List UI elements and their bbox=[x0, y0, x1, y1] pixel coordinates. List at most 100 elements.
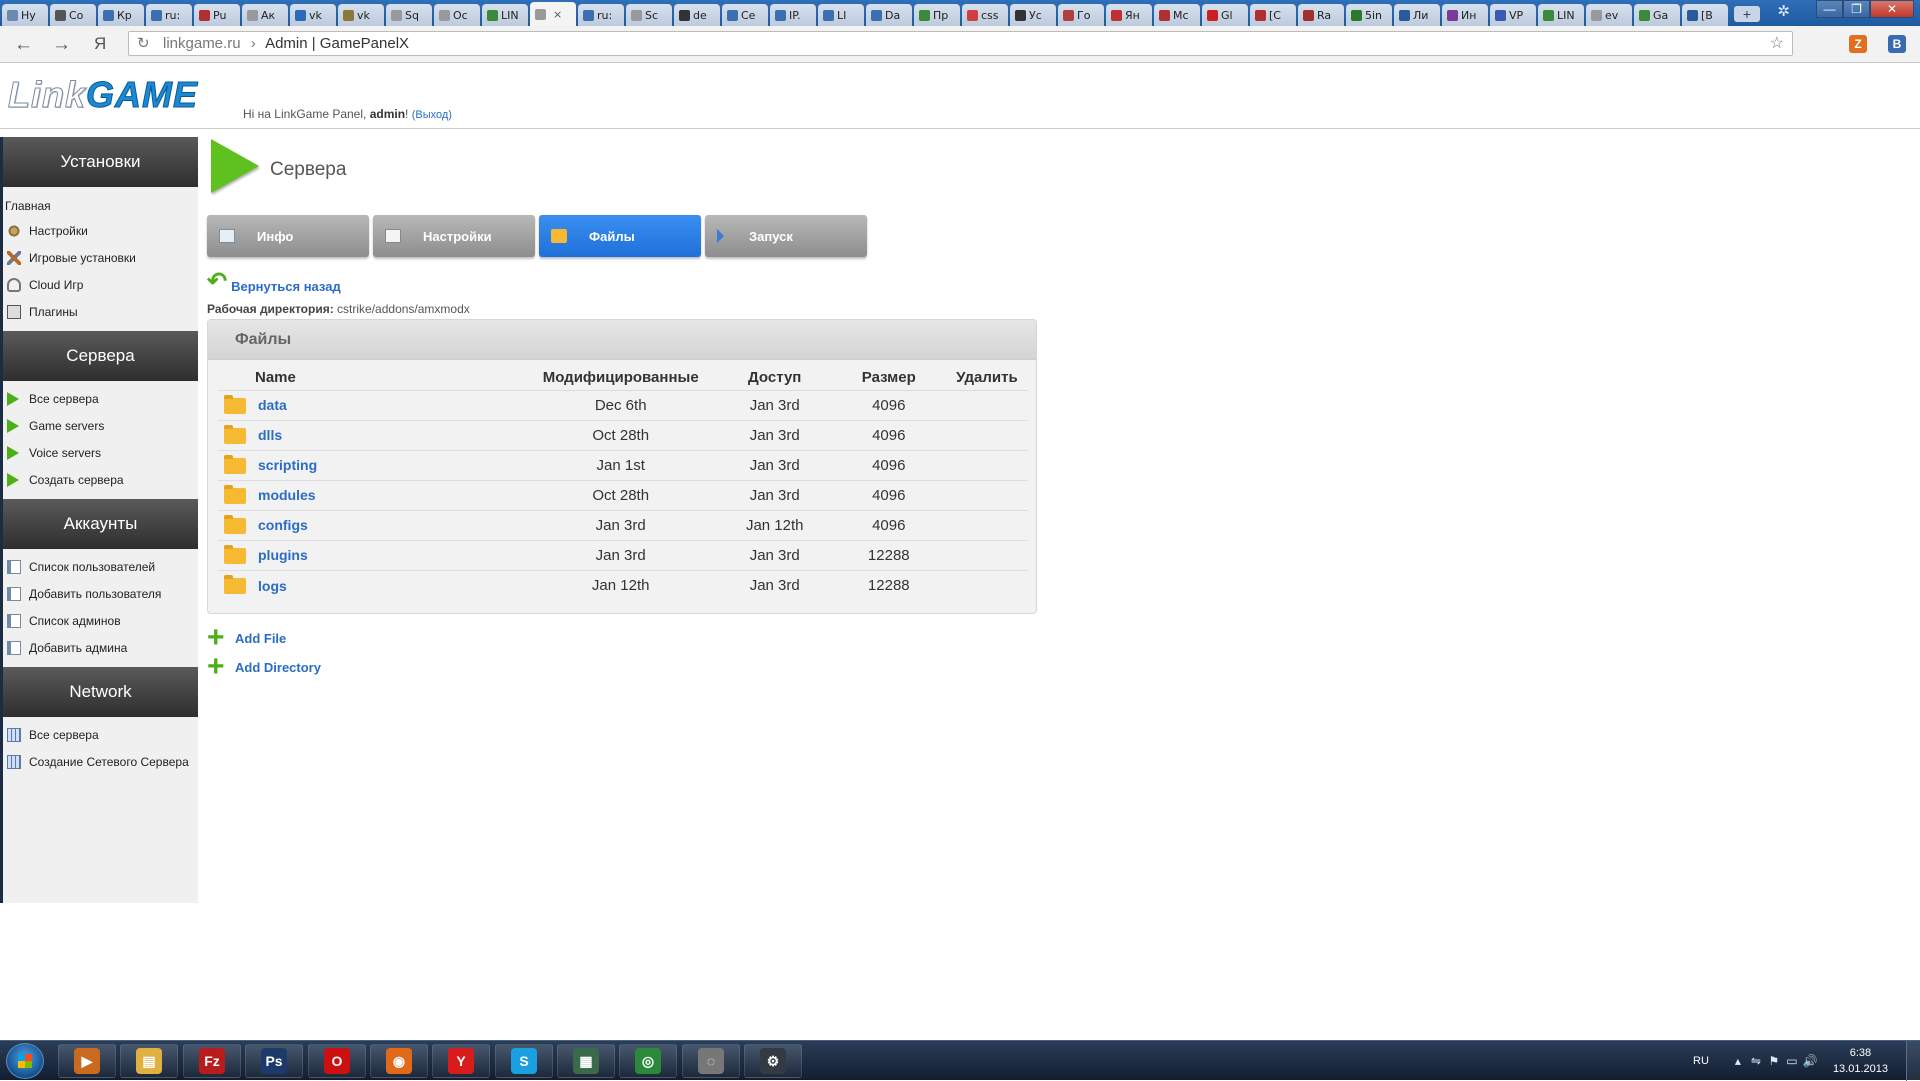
browser-tab[interactable]: css bbox=[962, 4, 1008, 26]
sidebar-item[interactable]: Настройки bbox=[3, 217, 198, 244]
browser-tab[interactable]: Gl bbox=[1202, 4, 1248, 26]
file-delete-cell[interactable] bbox=[945, 539, 1028, 570]
file-link[interactable]: dlls bbox=[258, 428, 282, 444]
action-center-icon[interactable]: ⚑ bbox=[1765, 1054, 1783, 1068]
browser-tab[interactable]: Pu bbox=[194, 4, 240, 26]
sidebar-item[interactable]: Плагины bbox=[3, 298, 198, 325]
browser-tab[interactable]: Co bbox=[50, 4, 96, 26]
add-file-link[interactable]: + Add File bbox=[207, 623, 286, 653]
browser-tab[interactable]: Ус bbox=[1010, 4, 1056, 26]
close-tab-icon[interactable]: × bbox=[553, 8, 562, 21]
browser-tab[interactable]: Ос bbox=[434, 4, 480, 26]
file-link[interactable]: logs bbox=[258, 578, 287, 594]
taskbar-steam-button[interactable]: ⚙ bbox=[744, 1044, 802, 1078]
column-header-name[interactable]: Name bbox=[218, 366, 524, 390]
show-hidden-icons-icon[interactable]: ▴ bbox=[1729, 1054, 1747, 1068]
sidebar-item[interactable]: Список админов bbox=[3, 607, 198, 634]
taskbar-explorer-button[interactable]: ▤ bbox=[120, 1044, 178, 1078]
back-arrow-icon[interactable]: ← bbox=[14, 34, 33, 56]
taskbar-opera-button[interactable]: O bbox=[308, 1044, 366, 1078]
star-icon[interactable]: ☆ bbox=[1770, 32, 1784, 55]
browser-tab[interactable]: ru: bbox=[578, 4, 624, 26]
browser-tab[interactable]: Кр bbox=[98, 4, 144, 26]
sidebar-item[interactable]: Все сервера bbox=[3, 385, 198, 412]
browser-tab[interactable]: Го bbox=[1058, 4, 1104, 26]
browser-tab[interactable]: [B bbox=[1682, 4, 1728, 26]
sidebar-item[interactable]: Game servers bbox=[3, 412, 198, 439]
network-tray-icon[interactable]: ⇋ bbox=[1747, 1054, 1765, 1068]
add-directory-label[interactable]: Add Directory bbox=[235, 660, 321, 675]
browser-tab[interactable]: Ак bbox=[242, 4, 288, 26]
column-header-delete[interactable]: Удалить bbox=[946, 366, 1028, 390]
maximize-button[interactable]: ❐ bbox=[1843, 0, 1870, 18]
sidebar-item[interactable]: Создать сервера bbox=[3, 466, 198, 493]
extension-z-icon[interactable]: Z bbox=[1849, 35, 1867, 53]
browser-tab[interactable]: [C bbox=[1250, 4, 1296, 26]
taskbar-network-tool-button[interactable]: ▦ bbox=[557, 1044, 615, 1078]
taskbar-photoshop-button[interactable]: Ps bbox=[245, 1044, 303, 1078]
browser-tab[interactable]: Sq bbox=[386, 4, 432, 26]
volume-icon[interactable]: 🔊 bbox=[1801, 1054, 1819, 1068]
new-tab-button[interactable]: + bbox=[1734, 6, 1760, 22]
taskbar-yandex-browser-button[interactable]: Y bbox=[432, 1044, 490, 1078]
clock[interactable]: 6:38 13.01.2013 bbox=[1833, 1045, 1888, 1077]
close-window-button[interactable]: ✕ bbox=[1870, 0, 1914, 18]
sidebar-item[interactable]: Все сервера bbox=[3, 721, 198, 748]
add-directory-link[interactable]: + Add Directory bbox=[207, 652, 321, 682]
yandex-icon[interactable]: Я bbox=[94, 34, 106, 54]
back-link[interactable]: ↶ Вернуться назад bbox=[207, 270, 341, 295]
browser-tab[interactable]: ev bbox=[1586, 4, 1632, 26]
address-bar[interactable]: ↻ linkgame.ru › Admin | GamePanelX ☆ bbox=[128, 31, 1793, 56]
sidebar-item[interactable]: Voice servers bbox=[3, 439, 198, 466]
browser-tab[interactable]: Ин bbox=[1442, 4, 1488, 26]
sidebar-item[interactable]: Список пользователей bbox=[3, 553, 198, 580]
show-desktop-button[interactable] bbox=[1906, 1041, 1920, 1081]
file-delete-cell[interactable] bbox=[945, 419, 1028, 450]
browser-tab[interactable]: vk bbox=[290, 4, 336, 26]
minimize-button[interactable]: — bbox=[1816, 0, 1843, 18]
tab-folder[interactable]: Файлы bbox=[539, 215, 701, 257]
file-delete-cell[interactable] bbox=[945, 509, 1028, 540]
column-header-modified[interactable]: Модифицированные bbox=[524, 366, 718, 390]
browser-tab[interactable]: Sc bbox=[626, 4, 672, 26]
file-link[interactable]: plugins bbox=[258, 548, 308, 564]
browser-tab[interactable]: Mc bbox=[1154, 4, 1200, 26]
browser-tab[interactable]: Се bbox=[722, 4, 768, 26]
browser-tab[interactable]: ru: bbox=[146, 4, 192, 26]
sidebar-item[interactable]: Создание Сетевого Сервера bbox=[3, 748, 198, 775]
add-file-label[interactable]: Add File bbox=[235, 631, 286, 646]
browser-tab[interactable]: Ra bbox=[1298, 4, 1344, 26]
browser-tab[interactable]: Ga bbox=[1634, 4, 1680, 26]
browser-tab[interactable]: VP bbox=[1490, 4, 1536, 26]
tab-info[interactable]: Инфо bbox=[207, 215, 369, 257]
sidebar-item[interactable]: Игровые установки bbox=[3, 244, 198, 271]
browser-tab[interactable]: Da bbox=[866, 4, 912, 26]
taskbar-firefox-button[interactable]: ◉ bbox=[370, 1044, 428, 1078]
browser-tab[interactable]: Ли bbox=[1394, 4, 1440, 26]
browser-tab[interactable]: Ну bbox=[2, 4, 48, 26]
column-header-size[interactable]: Размер bbox=[832, 366, 946, 390]
browser-tab[interactable]: Ян bbox=[1106, 4, 1152, 26]
sidebar-item[interactable]: Добавить админа bbox=[3, 634, 198, 661]
tab-arrow[interactable]: Запуск bbox=[705, 215, 867, 257]
taskbar-media-player-button[interactable]: ▶ bbox=[58, 1044, 116, 1078]
browser-tab[interactable]: Пр bbox=[914, 4, 960, 26]
logout-link[interactable]: (Выход) bbox=[412, 109, 452, 121]
language-indicator[interactable]: RU bbox=[1693, 1055, 1709, 1067]
file-delete-cell[interactable] bbox=[945, 389, 1028, 420]
browser-tab[interactable]: vk bbox=[338, 4, 384, 26]
browser-tab[interactable]: IP. bbox=[770, 4, 816, 26]
gear-icon[interactable]: ✲ bbox=[1777, 2, 1790, 20]
reload-icon[interactable]: ↻ bbox=[137, 32, 150, 55]
file-link[interactable]: scripting bbox=[258, 458, 317, 474]
display-tray-icon[interactable]: ▭ bbox=[1783, 1054, 1801, 1068]
taskbar-filezilla-button[interactable]: Fz bbox=[183, 1044, 241, 1078]
taskbar-skype-button[interactable]: S bbox=[495, 1044, 553, 1078]
file-delete-cell[interactable] bbox=[945, 449, 1028, 480]
extension-b-icon[interactable]: B bbox=[1888, 35, 1906, 53]
sidebar-item[interactable]: Добавить пользователя bbox=[3, 580, 198, 607]
browser-tab[interactable]: LI bbox=[818, 4, 864, 26]
back-link-label[interactable]: Вернуться назад bbox=[231, 279, 341, 294]
file-delete-cell[interactable] bbox=[945, 479, 1028, 510]
taskbar-chrome-button[interactable]: ◎ bbox=[619, 1044, 677, 1078]
